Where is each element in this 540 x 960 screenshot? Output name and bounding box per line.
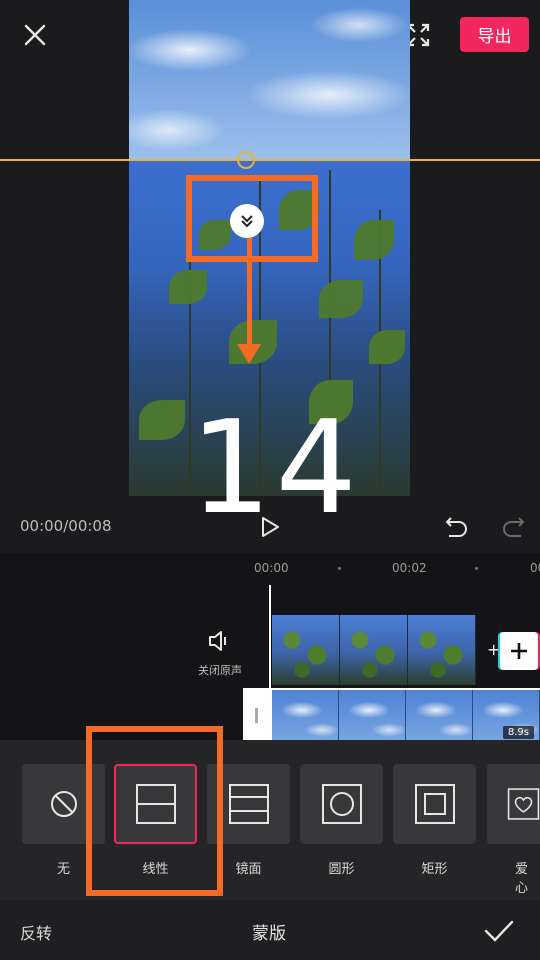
mask-option-label: 圆形 [328, 862, 355, 877]
overlay-video-clip[interactable]: 8.9s [243, 688, 540, 743]
leaf [369, 330, 405, 364]
clip-frame [339, 690, 406, 743]
clip-frame [340, 615, 408, 685]
close-icon [24, 24, 46, 46]
export-button[interactable]: 导出 [460, 17, 529, 52]
none-icon [50, 791, 77, 817]
mute-original-button[interactable] [207, 628, 233, 654]
annotation-arrow-head [237, 344, 261, 364]
add-clip-button[interactable] [500, 632, 538, 670]
annotation-highlight-box [186, 175, 318, 262]
rectangle-mask-icon [414, 784, 455, 824]
play-button[interactable] [258, 515, 282, 539]
invert-button[interactable]: 反转 [20, 920, 52, 944]
mask-option-label: 爱心 [515, 862, 529, 896]
ruler-dot [475, 567, 478, 570]
redo-button[interactable] [500, 514, 526, 540]
undo-icon [445, 517, 467, 537]
mask-rotate-handle[interactable] [237, 151, 255, 169]
mirror-mask-icon [228, 784, 269, 824]
main-video-clip[interactable] [272, 615, 476, 685]
time-readout: 00:00/00:08 [20, 517, 112, 535]
clip-frame [408, 615, 476, 685]
clip-trim-handle[interactable] [243, 688, 270, 743]
confirm-button[interactable] [484, 918, 514, 944]
mask-option-circle[interactable] [300, 764, 383, 844]
mask-options-panel: 无 线性 镜面 圆形 矩形 爱心 [0, 740, 540, 900]
mute-original-label: 关闭原声 [198, 664, 242, 677]
clip-frame [272, 690, 339, 743]
redo-icon [503, 517, 525, 537]
speaker-icon [209, 631, 226, 651]
check-icon [484, 920, 514, 942]
mask-option-heart[interactable] [487, 764, 540, 844]
undo-button[interactable] [444, 514, 470, 540]
add-small-icon: + [487, 640, 501, 659]
ruler-label: 00:00 [254, 561, 289, 575]
step-number: 14 [190, 394, 361, 543]
leaf [139, 400, 185, 440]
ruler-label: 00 [530, 561, 540, 575]
annotation-highlight-box [86, 726, 223, 896]
play-icon [262, 517, 279, 537]
annotation-arrow [247, 238, 252, 348]
mask-option-rectangle[interactable] [393, 764, 476, 844]
plus-icon [511, 643, 527, 659]
heart-mask-icon [507, 788, 540, 820]
linear-mask-line[interactable] [0, 159, 540, 161]
clip-duration-badge: 8.9s [502, 726, 534, 739]
leaf [169, 270, 207, 304]
playhead[interactable] [269, 585, 271, 743]
mask-option-label: 矩形 [421, 862, 448, 877]
sky-background [129, 0, 410, 160]
ruler-dot [338, 567, 341, 570]
clip-frame [272, 615, 340, 685]
close-button[interactable] [22, 22, 48, 48]
ruler-label: 00:02 [392, 561, 427, 575]
circle-mask-icon [321, 784, 362, 824]
panel-title: 蒙版 [252, 924, 286, 944]
leaf [319, 280, 363, 318]
leaf [354, 220, 394, 260]
clip-frame [406, 690, 473, 743]
